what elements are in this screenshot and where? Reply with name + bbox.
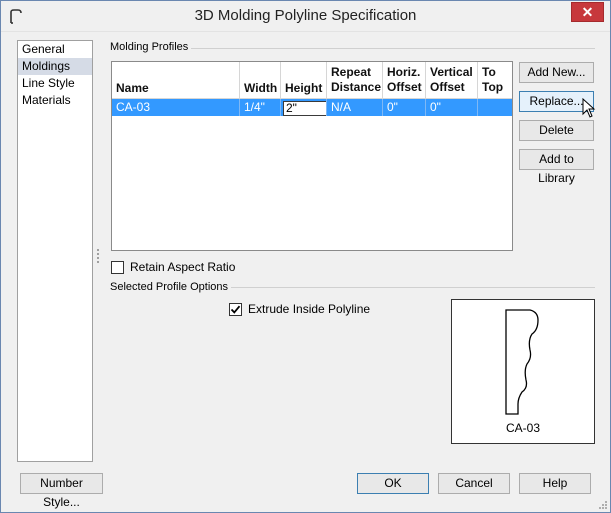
nav-item-materials[interactable]: Materials [18, 92, 92, 109]
window-title: 3D Molding Polyline Specification [194, 7, 417, 24]
close-icon: ✕ [581, 4, 594, 20]
dialog-window: 3D Molding Polyline Specification ✕ Gene… [0, 0, 611, 513]
checkbox-box-checked[interactable] [229, 302, 242, 316]
cell-to-top[interactable] [478, 99, 512, 116]
cell-repeat-distance[interactable]: N/A [327, 99, 383, 116]
col-header-vertical-offset[interactable]: Vertical Offset [426, 62, 478, 99]
splitter-grip[interactable] [97, 249, 99, 263]
retain-aspect-ratio-checkbox[interactable]: Retain Aspect Ratio [111, 260, 235, 274]
profile-preview: CA-03 [451, 299, 595, 444]
col-header-horiz-offset[interactable]: Horiz. Offset [383, 62, 426, 99]
retain-aspect-ratio-label: Retain Aspect Ratio [130, 260, 236, 274]
category-list: General Moldings Line Style Materials [17, 40, 93, 462]
col-header-height[interactable]: Height [281, 62, 327, 99]
resize-grip-icon[interactable] [598, 500, 608, 510]
extrude-inside-polyline-label: Extrude Inside Polyline [248, 302, 371, 316]
cell-vertical-offset[interactable]: 0" [426, 99, 478, 116]
selected-profile-options-label: Selected Profile Options [110, 281, 232, 293]
cell-horiz-offset[interactable]: 0" [383, 99, 426, 116]
delete-button[interactable]: Delete [519, 120, 594, 141]
help-button[interactable]: Help [519, 473, 591, 494]
nav-item-line-style[interactable]: Line Style [18, 75, 92, 92]
checkbox-box[interactable] [111, 260, 124, 274]
cell-name[interactable]: CA-03 [112, 99, 240, 116]
replace-button-label: Replace... [529, 94, 584, 108]
number-style-button[interactable]: Number Style... [20, 473, 103, 509]
cell-height[interactable] [281, 99, 327, 116]
add-new-button[interactable]: Add New... [519, 62, 594, 83]
checkmark-icon [230, 305, 241, 314]
cancel-button[interactable]: Cancel [438, 473, 510, 494]
mouse-cursor-icon [582, 98, 596, 118]
height-edit-field[interactable] [283, 100, 326, 116]
ok-button[interactable]: OK [357, 473, 429, 494]
nav-item-general[interactable]: General [18, 41, 92, 58]
col-header-repeat-distance[interactable]: Repeat Distance [327, 62, 383, 99]
col-header-name[interactable]: Name [112, 62, 240, 99]
molding-profiles-label: Molding Profiles [110, 41, 192, 53]
nav-item-moldings[interactable]: Moldings [18, 58, 92, 75]
extrude-inside-polyline-checkbox[interactable]: Extrude Inside Polyline [229, 302, 370, 316]
cell-width[interactable]: 1/4" [240, 99, 281, 116]
preview-label: CA-03 [505, 421, 540, 435]
add-to-library-button[interactable]: Add to Library [519, 149, 594, 185]
molding-profile-shape [505, 309, 539, 415]
molding-profiles-table[interactable]: Name Width Height Repeat Distance Horiz.… [111, 61, 513, 251]
col-header-to-top[interactable]: To Top [478, 62, 512, 99]
table-header: Name Width Height Repeat Distance Horiz.… [112, 62, 512, 99]
title-bar: 3D Molding Polyline Specification ✕ [1, 1, 610, 32]
col-header-width[interactable]: Width [240, 62, 281, 99]
table-row[interactable]: CA-03 1/4" N/A 0" 0" [112, 99, 512, 116]
close-button[interactable]: ✕ [571, 2, 604, 22]
